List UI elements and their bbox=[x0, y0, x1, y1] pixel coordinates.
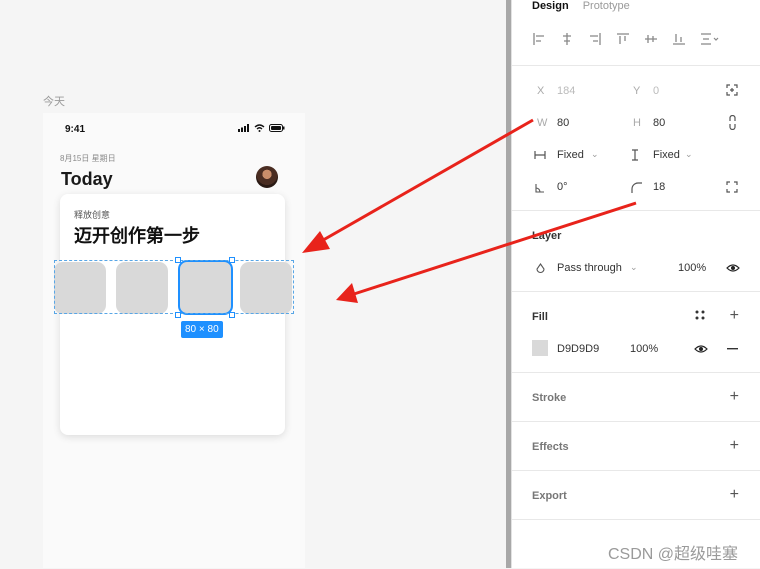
watermark: CSDN @超级哇塞 bbox=[608, 546, 739, 563]
annotation-arrows bbox=[302, 118, 637, 303]
arrow-to-selection bbox=[302, 118, 534, 253]
arrow-to-group bbox=[336, 201, 637, 303]
